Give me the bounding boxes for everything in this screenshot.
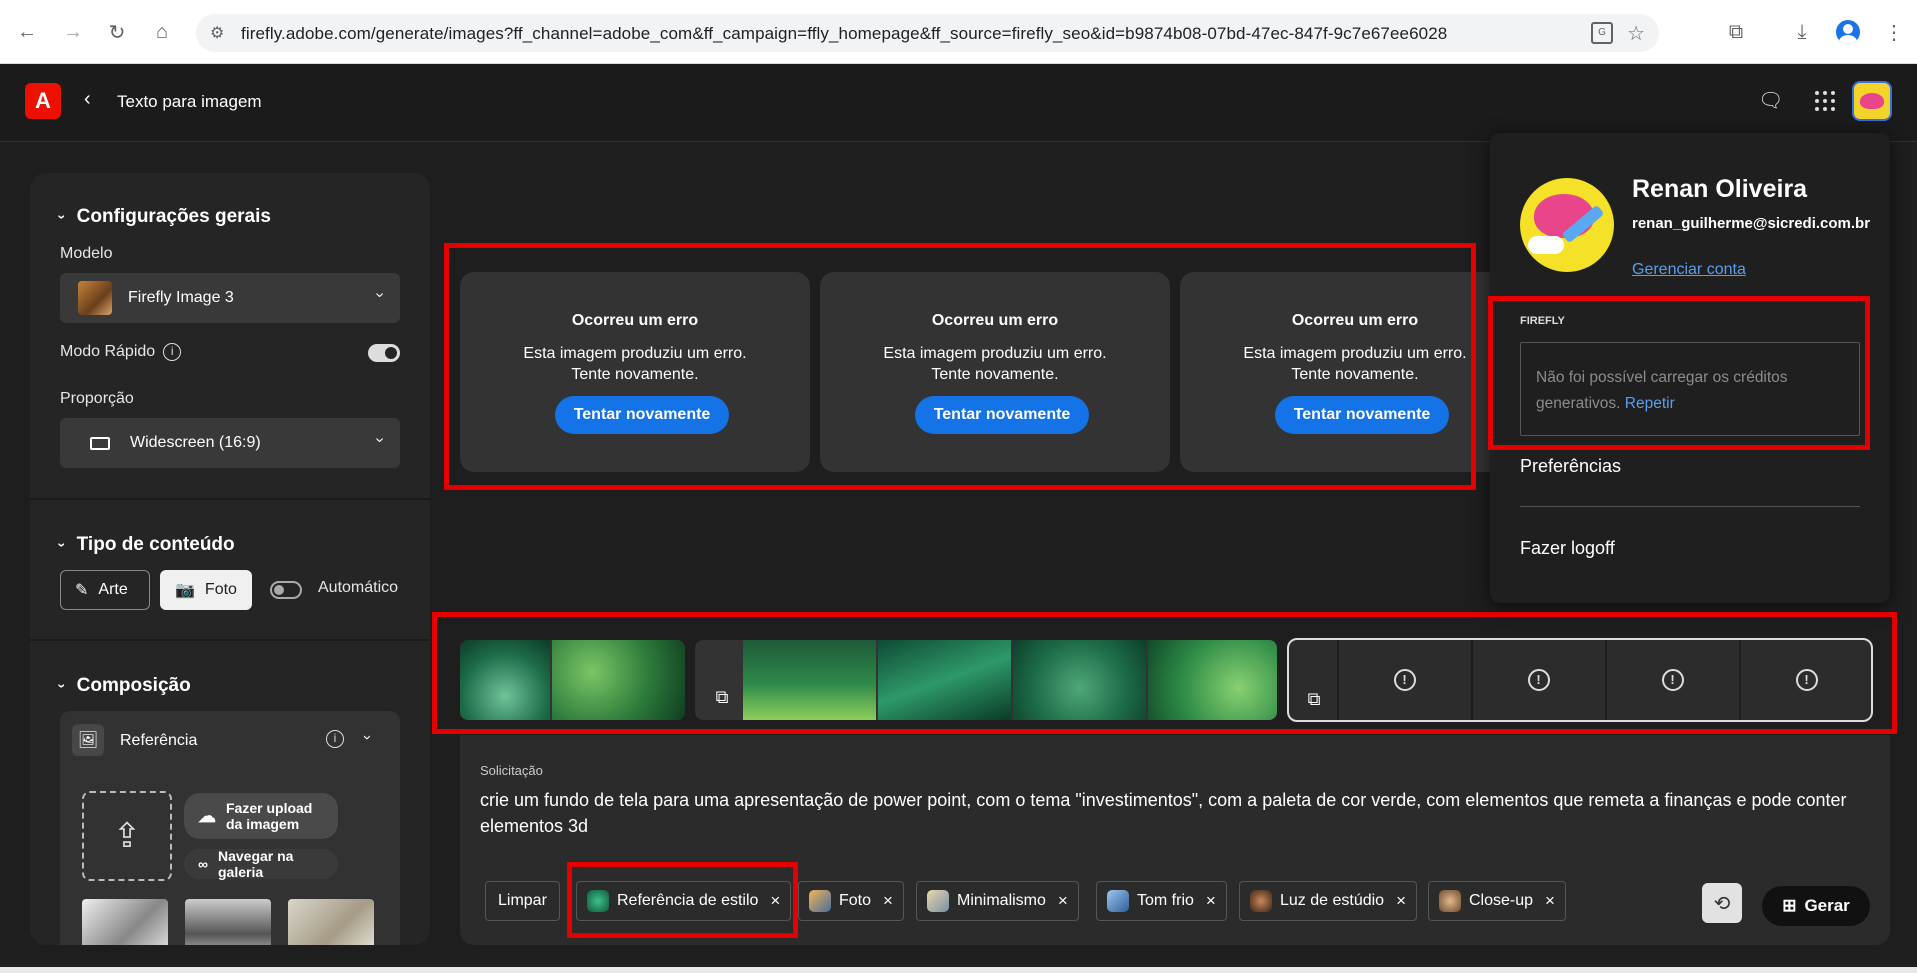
browser-toolbar: ← → ↻ ⌂ ⚙ firefly.adobe.com/generate/ima… [0,0,1917,64]
auto-toggle[interactable] [270,581,302,599]
generate-icon: ⊞ [1782,896,1797,915]
chevron-down-icon: › [54,683,71,689]
close-icon[interactable]: × [1396,891,1406,911]
window-edge [0,967,1917,973]
browser-menu-icon[interactable]: ⋮ [1880,18,1908,46]
model-select[interactable]: Firefly Image 3 › [60,273,400,323]
model-thumbnail [78,281,112,315]
apps-grid-icon[interactable] [1815,91,1835,111]
chip-thumbnail [1439,890,1461,912]
chip-thumbnail [1107,890,1129,912]
chevron-down-icon: › [371,437,389,443]
browse-gallery-button[interactable]: ∞ Navegar na galeria [184,848,338,880]
feedback-icon[interactable]: 🗨 [1758,88,1783,113]
gallery-thumbnail[interactable] [288,899,374,945]
close-icon[interactable]: × [1058,891,1068,911]
adobe-logo[interactable]: A [25,83,61,119]
ratio-select[interactable]: Widescreen (16:9) › [60,418,400,468]
reference-label: Referência [120,732,198,749]
reference-image-icon: 🖼 [72,724,104,756]
chip-studio-light[interactable]: Luz de estúdio × [1239,881,1418,921]
download-icon[interactable]: ⤓ [1788,18,1816,46]
user-avatar-button[interactable] [1852,81,1892,121]
divider [30,498,430,500]
chip-thumbnail [927,890,949,912]
clear-button[interactable]: Limpar [485,881,560,921]
profile-icon[interactable] [1834,18,1862,46]
cloud-upload-icon: ☁ [198,805,216,826]
auto-label: Automático [318,579,399,596]
chip-close-up[interactable]: Close-up × [1428,881,1566,921]
logout-link[interactable]: Fazer logoff [1520,538,1615,559]
content-type-art-button[interactable]: ✎ Arte [60,570,150,610]
brush-icon: ✎ [75,582,89,599]
gallery-thumbnail[interactable] [185,899,271,945]
address-bar[interactable]: ⚙ firefly.adobe.com/generate/images?ff_c… [196,14,1659,52]
fast-mode-label: Modo Rápido i [60,343,182,361]
camera-icon: 📷 [175,582,195,599]
chevron-down-icon: › [54,542,71,548]
account-name: Renan Oliveira [1632,175,1808,203]
highlight-history [432,612,1897,734]
site-settings-icon[interactable]: ⚙ [210,23,224,43]
manage-account-link[interactable]: Gerenciar conta [1632,261,1746,279]
chip-photo[interactable]: Foto × [798,881,904,921]
url-text[interactable]: firefly.adobe.com/generate/images?ff_cha… [241,24,1447,44]
back-icon[interactable]: ← [13,18,41,46]
info-icon[interactable]: i [326,730,344,748]
composition-header[interactable]: › Composição [54,675,190,697]
highlight-style-chip [567,862,798,938]
upload-dropzone[interactable]: ⇪ [82,791,172,881]
content-type-header[interactable]: › Tipo de conteúdo [54,534,234,556]
chevron-down-icon: › [54,214,71,220]
forward-icon[interactable]: → [59,18,87,46]
page-title[interactable]: Texto para imagem [117,92,262,112]
widescreen-icon [90,437,110,450]
model-label: Modelo [60,245,113,262]
account-email: renan_guilherme@sicredi.com.br [1632,215,1871,232]
chip-thumbnail [809,890,831,912]
bookmark-star-icon[interactable]: ☆ [1627,21,1645,46]
preferences-link[interactable]: Preferências [1520,456,1621,477]
highlight-credits [1488,296,1870,450]
chip-cool-tone[interactable]: Tom frio × [1096,881,1227,921]
account-avatar [1520,178,1614,272]
settings-panel: › Configurações gerais Modelo Firefly Im… [30,173,430,945]
close-icon[interactable]: × [1545,891,1555,911]
general-settings-header[interactable]: › Configurações gerais [54,206,271,228]
ratio-label: Proporção [60,390,134,407]
close-icon[interactable]: × [883,891,893,911]
info-icon[interactable]: i [163,343,182,361]
upload-image-icon: ⇪ [112,817,142,855]
reference-card: 🖼 Referência i › ⇪ ☁ Fazer upload da ima… [60,711,400,945]
divider [30,639,430,641]
back-chevron-icon[interactable]: ‹ [84,88,91,111]
generate-button[interactable]: ⊞ Gerar [1762,886,1870,926]
chevron-down-icon: › [371,292,389,298]
content-type-photo-button[interactable]: 📷 Foto [160,570,252,610]
chevron-down-icon[interactable]: › [359,735,376,740]
extensions-icon[interactable]: ⧉ [1722,18,1750,46]
chip-minimalism[interactable]: Minimalismo × [916,881,1079,921]
upload-image-button[interactable]: ☁ Fazer upload da imagem [184,793,338,839]
history-icon[interactable]: ⟲ [1702,883,1742,923]
close-icon[interactable]: × [1206,891,1216,911]
prompt-label: Solicitação [480,763,543,778]
fast-mode-toggle[interactable] [368,344,400,362]
chip-thumbnail [1250,890,1272,912]
binoculars-icon: ∞ [198,856,208,872]
gallery-thumbnail[interactable] [82,899,168,945]
highlight-errors [444,243,1476,490]
translate-icon[interactable]: G [1591,22,1613,44]
app-header: A ‹ Texto para imagem 🗨 [0,64,1917,142]
home-icon[interactable]: ⌂ [148,18,176,46]
prompt-input[interactable]: crie um fundo de tela para uma apresenta… [480,787,1880,839]
divider [1520,506,1860,507]
reload-icon[interactable]: ↻ [103,18,131,46]
